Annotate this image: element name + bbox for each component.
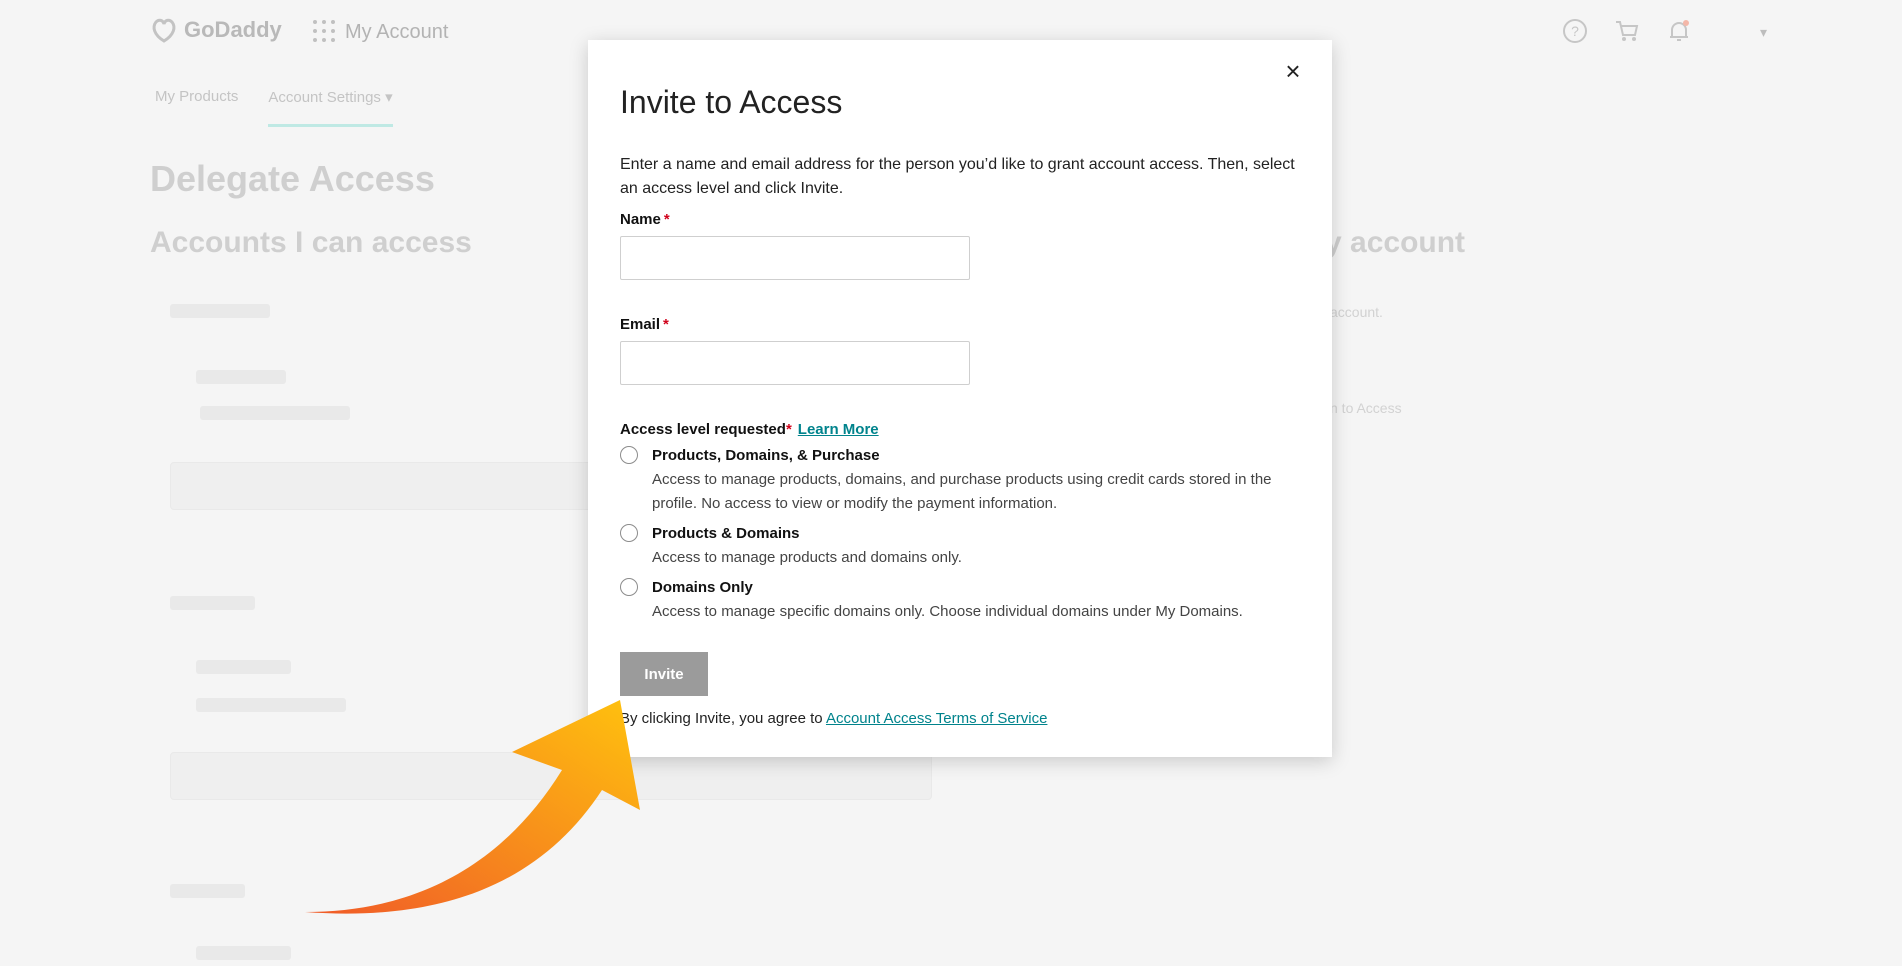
name-label-text: Name (620, 211, 661, 228)
ghost-bar (170, 462, 592, 510)
access-level-label: Access level requested* Learn More (620, 421, 1300, 438)
svg-text:?: ? (1571, 23, 1579, 39)
required-mark: * (663, 211, 670, 228)
cart-icon[interactable] (1614, 18, 1640, 44)
access-to-my-account-heading: y account (1325, 226, 1466, 259)
email-field-group: Email * (620, 316, 1300, 385)
option-title: Products & Domains (652, 525, 800, 542)
ghost-line (170, 304, 270, 318)
name-input[interactable] (620, 236, 970, 280)
close-button[interactable]: × (1278, 56, 1308, 86)
terms-of-service-link[interactable]: Account Access Terms of Service (826, 710, 1047, 727)
invite-to-access-dialog: × Invite to Access Enter a name and emai… (588, 40, 1332, 757)
ghost-line (196, 370, 286, 384)
dialog-intro-text: Enter a name and email address for the p… (620, 156, 1295, 197)
radio-button[interactable] (620, 524, 638, 542)
ghost-line (200, 406, 350, 420)
name-field-group: Name * (620, 211, 1300, 280)
email-input[interactable] (620, 341, 970, 385)
access-option-products-domains[interactable]: Products & Domains Access to manage prod… (620, 524, 1300, 570)
godaddy-logo[interactable]: GoDaddy (150, 17, 282, 43)
option-description: Access to manage products, domains, and … (652, 471, 1272, 512)
header-icons: ? (1562, 18, 1692, 44)
option-title: Domains Only (652, 579, 753, 596)
access-option-products-domains-purchase[interactable]: Products, Domains, & Purchase Access to … (620, 446, 1300, 516)
dialog-title: Invite to Access (620, 84, 843, 120)
ghost-line (196, 660, 291, 674)
access-option-domains-only[interactable]: Domains Only Access to manage specific d… (620, 578, 1300, 624)
invite-button[interactable]: Invite (620, 652, 708, 696)
option-description: Access to manage specific domains only. … (652, 603, 1243, 620)
ghost-line (196, 946, 291, 960)
name-label: Name * (620, 211, 1300, 228)
required-mark: * (663, 316, 669, 333)
access-level-label-text: Access level requested (620, 421, 786, 438)
tab-account-settings[interactable]: Account Settings ▾ (268, 88, 393, 127)
terms-text: By clicking Invite, you agree to Account… (620, 710, 1300, 727)
bell-icon[interactable] (1666, 18, 1692, 44)
godaddy-logo-icon (152, 18, 176, 43)
learn-more-link[interactable]: Learn More (798, 421, 879, 438)
email-label-text: Email (620, 316, 661, 333)
chevron-down-icon: ▾ (385, 89, 393, 106)
tab-account-settings-label: Account Settings (268, 89, 381, 106)
right-snippet-1: account. (1330, 304, 1383, 320)
page-title: Delegate Access (150, 158, 435, 199)
right-snippet-2: n to Access (1330, 400, 1402, 416)
radio-button[interactable] (620, 578, 638, 596)
brand-name: GoDaddy (184, 17, 282, 42)
tab-my-products[interactable]: My Products (155, 88, 238, 127)
sub-navigation: My Products Account Settings ▾ (155, 88, 393, 127)
radio-button[interactable] (620, 446, 638, 464)
help-icon[interactable]: ? (1562, 18, 1588, 44)
user-menu-chevron-icon[interactable]: ▾ (1760, 24, 1767, 41)
app-title: My Account (345, 21, 449, 43)
accounts-i-can-access-heading: Accounts I can access (150, 226, 472, 259)
option-description: Access to manage products and domains on… (652, 549, 962, 566)
required-mark: * (785, 421, 792, 438)
ghost-line (170, 884, 245, 898)
email-label: Email * (620, 316, 1300, 333)
apps-grid-icon[interactable] (313, 20, 335, 42)
option-title: Products, Domains, & Purchase (652, 447, 880, 464)
ghost-line (170, 596, 255, 610)
annotation-arrow-icon (305, 700, 640, 914)
